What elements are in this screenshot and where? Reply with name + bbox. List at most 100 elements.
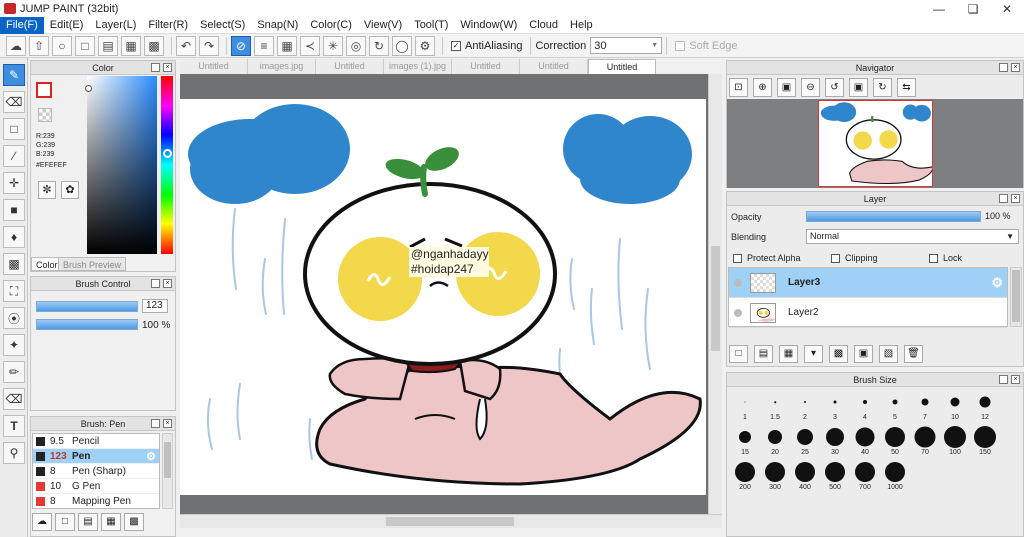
palette-icon[interactable]: ✼: [38, 181, 56, 199]
close-button[interactable]: ✕: [990, 0, 1024, 17]
menu-cloud[interactable]: Cloud: [523, 17, 564, 34]
bucket-tool-icon[interactable]: ♦: [3, 226, 25, 248]
transparent-color-swatch[interactable]: [38, 108, 52, 122]
new-layer-icon[interactable]: □: [729, 345, 748, 363]
blending-select[interactable]: Normal ▼: [806, 229, 1019, 244]
correction-select[interactable]: 30 ▼: [590, 37, 663, 54]
menu-select[interactable]: Select(S): [194, 17, 251, 34]
menu-help[interactable]: Help: [564, 17, 599, 34]
menu-filter[interactable]: Filter(R): [142, 17, 194, 34]
layer-settings-gear-icon[interactable]: ⚙: [991, 275, 1003, 291]
panel-float-icon[interactable]: [151, 419, 160, 428]
reset-rotation-icon[interactable]: ▣: [849, 78, 868, 97]
document-icon[interactable]: ▦: [121, 35, 141, 56]
panel-float-icon[interactable]: [151, 279, 160, 288]
brush-size-slider[interactable]: [36, 301, 138, 312]
copy-brush-icon[interactable]: ▦: [101, 513, 121, 531]
magic-wand-icon[interactable]: ✦: [3, 334, 25, 356]
doc-tab[interactable]: images (1).jpg: [384, 59, 452, 74]
page-icon[interactable]: ▤: [98, 35, 118, 56]
panel-close-icon[interactable]: ×: [163, 279, 172, 288]
brush-item-pen[interactable]: 123 Pen ⚙: [33, 449, 159, 464]
brush-size-option[interactable]: 4: [851, 389, 879, 421]
shape-tool-icon[interactable]: □: [3, 118, 25, 140]
fill-rect-tool-icon[interactable]: ■: [3, 199, 25, 221]
delete-layer-icon[interactable]: 🗑: [904, 345, 923, 363]
menu-tool[interactable]: Tool(T): [408, 17, 454, 34]
brush-size-option[interactable]: 5: [881, 389, 909, 421]
fit-window-icon[interactable]: ⊡: [729, 78, 748, 97]
comment-icon[interactable]: ○: [52, 35, 72, 56]
new-brush-icon[interactable]: □: [55, 513, 75, 531]
layer-folder-icon[interactable]: ▩: [829, 345, 848, 363]
brush-item-mapping-pen[interactable]: 8 Mapping Pen: [33, 494, 159, 508]
doc-tab[interactable]: Untitled: [520, 59, 588, 74]
visibility-eye-icon[interactable]: [734, 278, 742, 287]
brush-size-option[interactable]: 1000: [881, 459, 909, 491]
brush-size-option[interactable]: 150: [971, 424, 999, 456]
panel-close-icon[interactable]: ×: [1011, 63, 1020, 72]
brush-item-g-pen[interactable]: 10 G Pen: [33, 479, 159, 494]
eyedropper-tool-icon[interactable]: ⚲: [3, 442, 25, 464]
brush-size-option[interactable]: 1.5: [761, 389, 789, 421]
brush-folder-icon[interactable]: ▩: [124, 513, 144, 531]
panel-float-icon[interactable]: [999, 375, 1008, 384]
rect-select-icon[interactable]: ⛶: [3, 280, 25, 302]
visibility-eye-icon[interactable]: [734, 308, 742, 317]
doc-tab-active[interactable]: Untitled: [588, 59, 656, 74]
brush-size-input[interactable]: 123: [142, 299, 168, 313]
layer-opacity-slider[interactable]: [806, 211, 981, 222]
snap-perspective-icon[interactable]: ≺: [300, 35, 320, 56]
undo-icon[interactable]: ↶: [176, 35, 196, 56]
brush-size-option[interactable]: 500: [821, 459, 849, 491]
primary-color-swatch[interactable]: [36, 82, 52, 98]
brush-size-option[interactable]: 7: [911, 389, 939, 421]
zoom-in-icon[interactable]: ⊕: [753, 78, 772, 97]
doc-tab[interactable]: Untitled: [452, 59, 520, 74]
hue-slider[interactable]: [161, 76, 173, 254]
brush-size-option[interactable]: 25: [791, 424, 819, 456]
panel-float-icon[interactable]: [999, 63, 1008, 72]
brush-size-option[interactable]: 2: [791, 389, 819, 421]
brush-size-option[interactable]: 300: [761, 459, 789, 491]
line-tool-icon[interactable]: ∕: [3, 145, 25, 167]
brush-settings-gear-icon[interactable]: ⚙: [146, 450, 156, 463]
panel-float-icon[interactable]: [151, 63, 160, 72]
brush-size-option[interactable]: 200: [731, 459, 759, 491]
text-tool-icon[interactable]: T: [3, 415, 25, 437]
snap-off-icon[interactable]: ⊘: [231, 35, 251, 56]
antialias-checkbox[interactable]: ✓: [451, 40, 461, 51]
layer-list-scrollbar[interactable]: [1010, 267, 1022, 327]
brush-size-option[interactable]: 100: [941, 424, 969, 456]
canvas-horizontal-scrollbar[interactable]: [180, 514, 722, 528]
duplicate-layer-icon[interactable]: ▣: [854, 345, 873, 363]
brush-menu-icon[interactable]: ▤: [78, 513, 98, 531]
gradient-tool-icon[interactable]: ▩: [3, 253, 25, 275]
new-halftone-layer-icon[interactable]: ▤: [754, 345, 773, 363]
hue-slider-handle[interactable]: [163, 149, 172, 158]
brush-size-option[interactable]: 10: [941, 389, 969, 421]
upload-icon[interactable]: ⇧: [29, 35, 49, 56]
maximize-button[interactable]: ❑: [956, 0, 990, 17]
snap-radial-icon[interactable]: ✳: [323, 35, 343, 56]
drawing-canvas[interactable]: [180, 99, 706, 495]
panel-close-icon[interactable]: ×: [1011, 375, 1020, 384]
brush-size-option[interactable]: 70: [911, 424, 939, 456]
select-pen-icon[interactable]: ✏: [3, 361, 25, 383]
brush-list-scrollbar[interactable]: [162, 433, 173, 509]
new-8bit-layer-icon[interactable]: ▦: [779, 345, 798, 363]
brush-size-option[interactable]: 1: [731, 389, 759, 421]
snap-parallel-icon[interactable]: ≡: [254, 35, 274, 56]
protect-alpha-checkbox[interactable]: Protect Alpha: [733, 253, 801, 263]
lock-checkbox[interactable]: Lock: [929, 253, 962, 263]
lasso-tool-icon[interactable]: ⦿: [3, 307, 25, 329]
snap-ellipse-icon[interactable]: ◯: [392, 35, 412, 56]
rotate-right-icon[interactable]: ↻: [873, 78, 892, 97]
menu-view[interactable]: View(V): [358, 17, 408, 34]
move-tool-icon[interactable]: ✛: [3, 172, 25, 194]
brush-cloud-download-icon[interactable]: ☁: [32, 513, 52, 531]
tab-brush-preview[interactable]: Brush Preview: [58, 257, 127, 271]
menu-window[interactable]: Window(W): [454, 17, 523, 34]
redo-icon[interactable]: ↷: [199, 35, 219, 56]
navigator-view[interactable]: [727, 99, 1023, 188]
